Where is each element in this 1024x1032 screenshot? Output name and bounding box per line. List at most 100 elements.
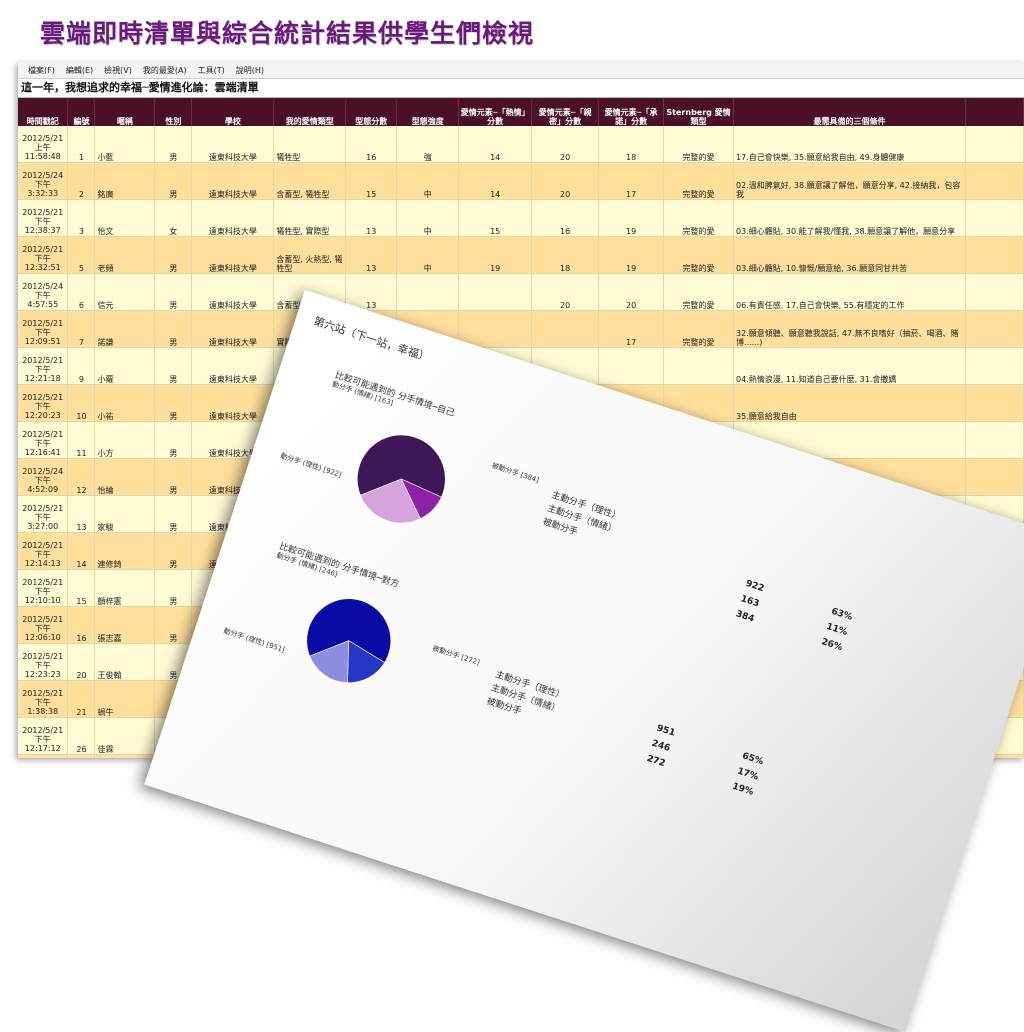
cell-nickname[interactable]: 小方 <box>94 421 156 459</box>
cell-conditions[interactable]: 06.有責任感, 17.自己會快樂, 55.有穩定的工作 <box>733 273 966 311</box>
cell-commitment[interactable]: 17 <box>598 310 665 348</box>
cell-passion[interactable] <box>458 273 533 311</box>
cell-conditions[interactable]: 32.願意傾聽、願意聽我說話, 47.無不良嗜好（抽菸、喝酒、賭博......) <box>733 310 966 348</box>
cell-school[interactable]: 遠東科技大學 <box>191 347 275 385</box>
cell-nickname[interactable]: 怡綸 <box>94 458 156 496</box>
col-header-sternberg-type[interactable]: Sternberg 愛情類型 <box>663 98 735 126</box>
cell-nickname[interactable]: 諾謙 <box>94 310 156 348</box>
cell-nickname[interactable]: 王俊翰 <box>94 643 156 681</box>
cell-sternberg[interactable] <box>663 347 735 385</box>
cell-type-strength[interactable]: 中 <box>396 236 460 274</box>
cell-sternberg[interactable]: 完整的愛 <box>663 126 735 163</box>
cell-gender[interactable]: 男 <box>154 458 193 496</box>
col-header-timestamp[interactable]: 時間戳記 <box>18 98 69 126</box>
cell-extra[interactable] <box>965 199 1024 237</box>
cell-gender[interactable]: 男 <box>154 569 193 607</box>
cell-passion[interactable] <box>458 310 533 348</box>
cell-id[interactable]: 21 <box>67 680 96 718</box>
cell-gender[interactable]: 男 <box>154 310 193 348</box>
cell-extra[interactable] <box>965 162 1024 200</box>
cell-type-strength[interactable] <box>396 273 460 311</box>
cell-commitment[interactable]: 18 <box>598 126 665 163</box>
cell-intimacy[interactable] <box>531 310 600 348</box>
cell-type-score[interactable]: 15 <box>345 162 398 200</box>
cell-id[interactable]: 16 <box>67 606 96 644</box>
cell-id[interactable]: 26 <box>67 717 96 755</box>
cell-passion[interactable]: 14 <box>458 162 533 200</box>
col-header-nickname[interactable]: 暱稱 <box>94 98 156 126</box>
cell-id[interactable]: 3 <box>67 199 96 237</box>
cell-extra[interactable] <box>965 347 1024 385</box>
cell-nickname[interactable]: 家駿 <box>94 495 156 533</box>
cell-timestamp[interactable]: 2012/5/21 上午 11:58:48 <box>18 126 69 163</box>
cell-id[interactable]: 14 <box>67 532 96 570</box>
cell-sternberg[interactable]: 完整的愛 <box>663 273 735 311</box>
cell-id[interactable]: 10 <box>67 384 96 422</box>
cell-intimacy[interactable]: 18 <box>531 236 600 274</box>
cell-type-strength[interactable]: 強 <box>396 126 460 163</box>
cell-id[interactable]: 1 <box>67 126 96 163</box>
col-header-id[interactable]: 編號 <box>67 98 96 126</box>
col-header-passion-score[interactable]: 愛情元素─「熱情」分數 <box>458 98 533 126</box>
cell-intimacy[interactable]: 20 <box>531 273 600 311</box>
cell-gender[interactable]: 女 <box>154 199 193 237</box>
cell-nickname[interactable]: 顏梓憲 <box>94 569 156 607</box>
table-row[interactable]: 2012/5/21下午12:09:517諾謙男遠東科技大學實際型1817完整的愛… <box>18 310 1024 348</box>
cell-extra[interactable] <box>965 421 1024 459</box>
cell-type-score[interactable]: 13 <box>345 236 398 274</box>
cell-nickname[interactable]: 小祐 <box>94 384 156 422</box>
cell-conditions[interactable]: 03.細心體貼, 30.能了解我/懂我, 38.願意讓了解他，願意分享 <box>733 199 966 237</box>
cell-id[interactable]: 5 <box>67 236 96 274</box>
cell-conditions[interactable]: 02.溫和脾氣好, 38.願意讓了解他，願意分享, 42.接納我，包容我 <box>733 162 966 200</box>
cell-extra[interactable] <box>965 310 1024 348</box>
cell-commitment[interactable] <box>598 347 665 385</box>
cell-school[interactable]: 遠東科技大學 <box>191 236 275 274</box>
cell-gender[interactable]: 男 <box>154 495 193 533</box>
cell-timestamp[interactable]: 2012/5/21 下午 12:20:23 <box>18 384 69 422</box>
cell-extra[interactable] <box>965 236 1024 274</box>
cell-timestamp[interactable]: 2012/5/21 下午 12:09:51 <box>18 310 69 348</box>
cell-type-strength[interactable]: 中 <box>396 199 460 237</box>
cell-timestamp[interactable]: 2012/5/24 下午 4:57:55 <box>18 273 69 311</box>
cell-timestamp[interactable]: 2012/5/24 下午 4:52:09 <box>18 458 69 496</box>
cell-timestamp[interactable]: 2012/5/21 下午 12:14:13 <box>18 532 69 570</box>
cell-nickname[interactable]: 小蘿 <box>94 347 156 385</box>
cell-gender[interactable]: 男 <box>154 126 193 163</box>
cell-passion[interactable]: 14 <box>458 126 533 163</box>
cell-timestamp[interactable]: 2012/5/24 下午 3:32:33 <box>18 162 69 200</box>
cell-nickname[interactable]: 老頻 <box>94 236 156 274</box>
cell-extra[interactable] <box>965 458 1024 496</box>
cell-nickname[interactable]: 怡文 <box>94 199 156 237</box>
cell-gender[interactable]: 男 <box>154 384 193 422</box>
cell-school[interactable]: 遠東科技大學 <box>191 310 275 348</box>
cell-conditions[interactable]: 35.願意給我自由 <box>733 384 966 422</box>
menu-view[interactable]: 檢視(V) <box>104 65 132 76</box>
cell-gender[interactable]: 男 <box>154 273 193 311</box>
cell-commitment[interactable]: 17 <box>598 162 665 200</box>
col-header-type-score[interactable]: 型態分數 <box>345 98 398 126</box>
cell-gender[interactable]: 男 <box>154 347 193 385</box>
cell-conditions[interactable]: 04.熱情浪漫, 11.知道自己要什麼, 31.會撒嬌 <box>733 347 966 385</box>
cell-school[interactable]: 遠東科技大學 <box>191 273 275 311</box>
cell-id[interactable]: 2 <box>67 162 96 200</box>
menu-favorites[interactable]: 我的最愛(A) <box>143 65 187 76</box>
cell-id[interactable]: 7 <box>67 310 96 348</box>
col-header-intimacy-score[interactable]: 愛情元素─「親密」分數 <box>531 98 600 126</box>
cell-timestamp[interactable]: 2012/5/21 下午 12:23:23 <box>18 643 69 681</box>
cell-love-type[interactable]: 含蓄型, 火熱型, 犧牲型 <box>273 236 347 274</box>
cell-nickname[interactable]: 連修錡 <box>94 532 156 570</box>
cell-sternberg[interactable]: 完整的愛 <box>663 236 735 274</box>
col-header-gender[interactable]: 性別 <box>154 98 193 126</box>
cell-timestamp[interactable]: 2012/5/21 下午 12:21:18 <box>18 347 69 385</box>
cell-sternberg[interactable]: 完整的愛 <box>663 310 735 348</box>
cell-timestamp[interactable]: 2012/5/21下午12:38:41 <box>18 754 69 758</box>
cell-conditions[interactable]: 03.細心體貼, 10.慷慨/願意給, 36.願意同甘共苦 <box>733 236 966 274</box>
cell-timestamp[interactable]: 2012/5/21 下午 12:10:10 <box>18 569 69 607</box>
cell-intimacy[interactable]: 20 <box>531 162 600 200</box>
col-header-conditions[interactable]: 最需具備的三個條件 <box>733 98 966 126</box>
cell-gender[interactable]: 男 <box>154 162 193 200</box>
menu-help[interactable]: 說明(H) <box>236 65 264 76</box>
cell-type-score[interactable]: 13 <box>345 199 398 237</box>
cell-id[interactable]: 12 <box>67 458 96 496</box>
cell-sternberg[interactable]: 完整的愛 <box>663 162 735 200</box>
